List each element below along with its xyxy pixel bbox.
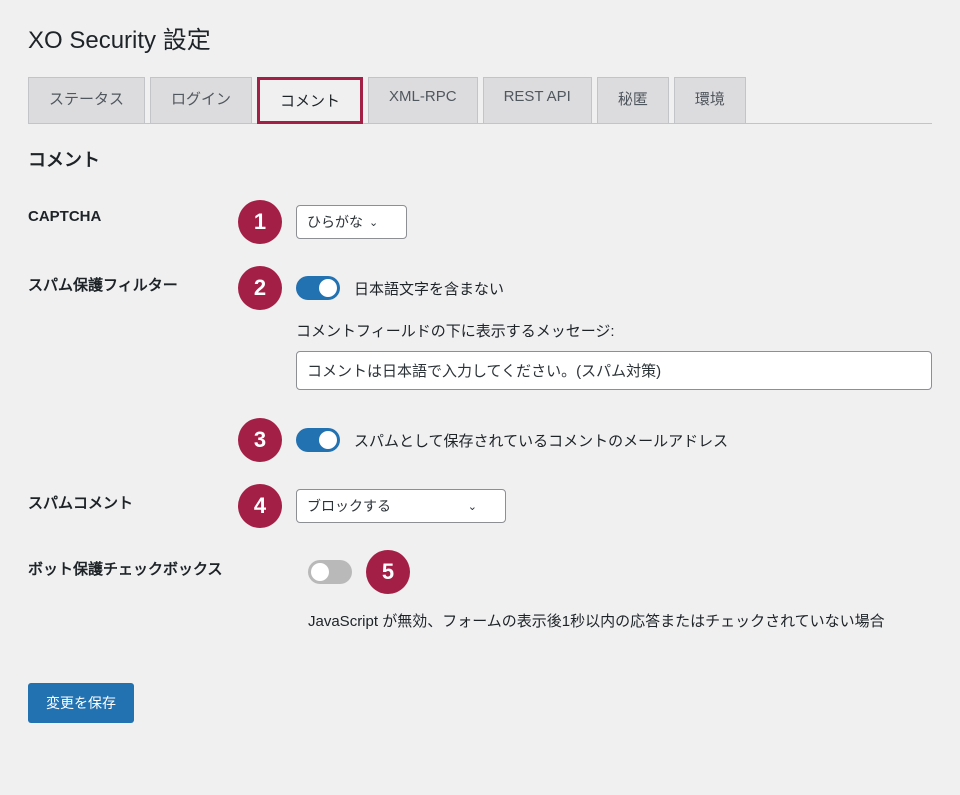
- chevron-down-icon: ⌄: [468, 500, 477, 513]
- page-title: XO Security 設定: [28, 20, 932, 55]
- tab-login[interactable]: ログイン: [150, 77, 252, 123]
- tab-status[interactable]: ステータス: [28, 77, 145, 123]
- tab-comment[interactable]: コメント: [257, 77, 363, 124]
- row-captcha: CAPTCHA 1 ひらがな ⌄: [28, 200, 932, 244]
- chevron-down-icon: ⌄: [369, 216, 378, 229]
- annotation-badge-5: 5: [366, 550, 410, 594]
- tab-env[interactable]: 環境: [674, 77, 746, 123]
- toggle-japanese-filter[interactable]: [296, 276, 340, 300]
- label-spam-filter: スパム保護フィルター: [28, 266, 238, 295]
- annotation-badge-1: 1: [238, 200, 282, 244]
- tab-restapi[interactable]: REST API: [483, 77, 592, 123]
- bot-protect-help: JavaScript が無効、フォームの表示後1秒以内の応答またはチェックされて…: [308, 610, 932, 631]
- spam-comment-select[interactable]: ブロックする ⌄: [296, 489, 506, 523]
- tab-xmlrpc[interactable]: XML-RPC: [368, 77, 478, 123]
- annotation-badge-2: 2: [238, 266, 282, 310]
- row-bot-protect: ボット保護チェックボックス 5 JavaScript が無効、フォームの表示後1…: [28, 550, 932, 631]
- annotation-badge-3: 3: [238, 418, 282, 462]
- annotation-badge-4: 4: [238, 484, 282, 528]
- spam-comment-select-value: ブロックする: [307, 496, 391, 516]
- nav-tabs: ステータス ログイン コメント XML-RPC REST API 秘匿 環境: [28, 77, 932, 124]
- label-bot-protect: ボット保護チェックボックス: [28, 550, 308, 579]
- tab-secret[interactable]: 秘匿: [597, 77, 669, 123]
- label-captcha: CAPTCHA: [28, 200, 238, 225]
- toggle-spam-email[interactable]: [296, 428, 340, 452]
- toggle-bot-protect[interactable]: [308, 560, 352, 584]
- captcha-select-value: ひらがな: [307, 212, 363, 232]
- label-spam-comment: スパムコメント: [28, 484, 238, 513]
- row-spam-filter: スパム保護フィルター 2 日本語文字を含まない コメントフィールドの下に表示する…: [28, 266, 932, 462]
- captcha-select[interactable]: ひらがな ⌄: [296, 205, 407, 239]
- save-button[interactable]: 変更を保存: [28, 683, 134, 723]
- message-input[interactable]: コメントは日本語で入力してください。(スパム対策): [296, 351, 932, 390]
- row-spam-comment: スパムコメント 4 ブロックする ⌄: [28, 484, 932, 528]
- section-title: コメント: [28, 146, 932, 172]
- toggle-spam-email-label: スパムとして保存されているコメントのメールアドレス: [354, 430, 728, 451]
- toggle-japanese-filter-label: 日本語文字を含まない: [354, 278, 504, 299]
- message-field-label: コメントフィールドの下に表示するメッセージ:: [296, 320, 932, 341]
